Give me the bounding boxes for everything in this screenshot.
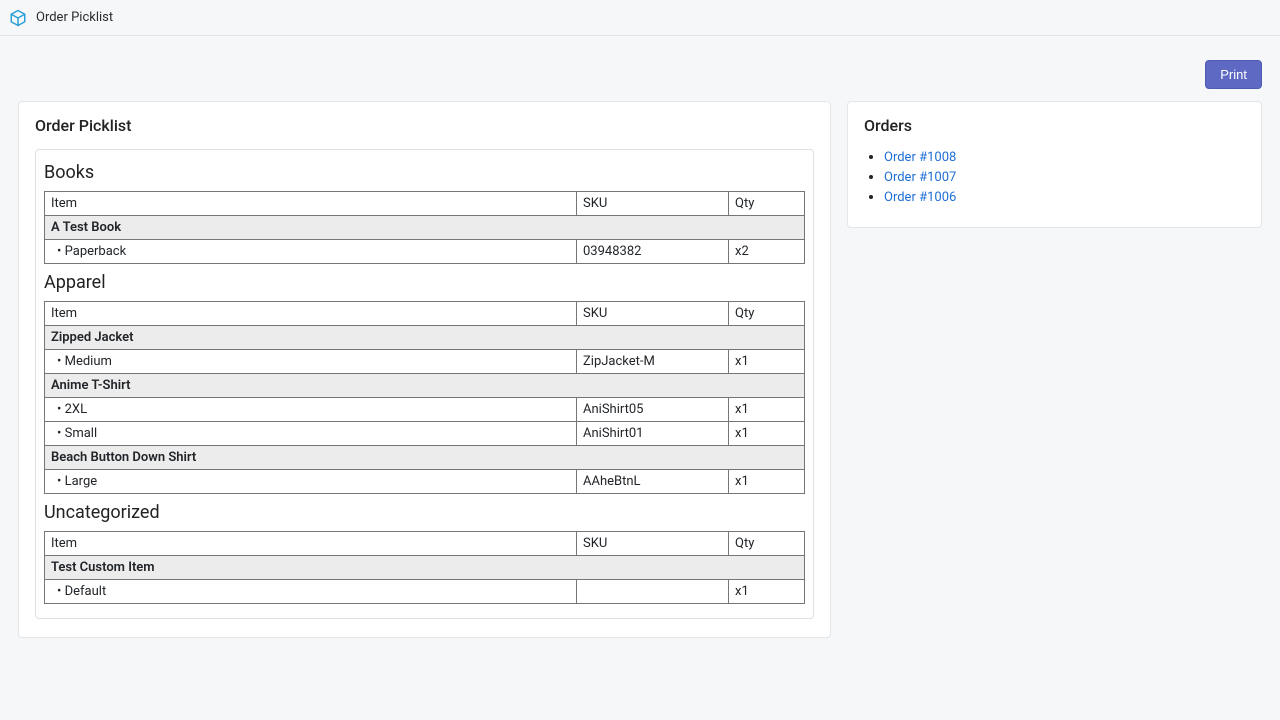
variant-qty: x1	[729, 398, 805, 422]
variant-name: • Default	[45, 580, 577, 604]
order-link[interactable]: Order #1007	[884, 170, 956, 185]
product-name: Beach Button Down Shirt	[45, 446, 805, 470]
category-title: Uncategorized	[44, 502, 805, 523]
column-header-qty: Qty	[729, 532, 805, 556]
column-header-item: Item	[45, 302, 577, 326]
column-header-sku: SKU	[577, 302, 729, 326]
variant-row: • LargeAAheBtnLx1	[45, 470, 805, 494]
list-item: Order #1007	[884, 169, 1245, 185]
column-header-item: Item	[45, 532, 577, 556]
list-item: Order #1006	[884, 189, 1245, 205]
app-icon	[8, 8, 28, 28]
variant-sku: AAheBtnL	[577, 470, 729, 494]
variant-name: • 2XL	[45, 398, 577, 422]
product-row: Test Custom Item	[45, 556, 805, 580]
picklist-table: ItemSKUQtyZipped Jacket• MediumZipJacket…	[44, 301, 805, 494]
variant-row: • Default x1	[45, 580, 805, 604]
variant-row: • 2XLAniShirt05x1	[45, 398, 805, 422]
column-header-qty: Qty	[729, 302, 805, 326]
variant-name: • Paperback	[45, 240, 577, 264]
product-name: Test Custom Item	[45, 556, 805, 580]
variant-qty: x1	[729, 350, 805, 374]
column-header-qty: Qty	[729, 192, 805, 216]
column-header-sku: SKU	[577, 532, 729, 556]
list-item: Order #1008	[884, 149, 1245, 165]
app-title: Order Picklist	[36, 10, 113, 25]
variant-sku: AniShirt05	[577, 398, 729, 422]
variant-row: • MediumZipJacket-Mx1	[45, 350, 805, 374]
column-header-item: Item	[45, 192, 577, 216]
content-row: Order Picklist BooksItemSKUQtyA Test Boo…	[18, 101, 1262, 638]
variant-qty: x1	[729, 470, 805, 494]
orders-card: Orders Order #1008 Order #1007 Order #1006	[847, 101, 1262, 228]
category-title: Apparel	[44, 272, 805, 293]
variant-sku: AniShirt01	[577, 422, 729, 446]
page: Print Order Picklist BooksItemSKUQtyA Te…	[0, 36, 1280, 662]
order-link[interactable]: Order #1008	[884, 150, 956, 165]
variant-row: • Paperback03948382x2	[45, 240, 805, 264]
variant-qty: x2	[729, 240, 805, 264]
variant-row: • SmallAniShirt01x1	[45, 422, 805, 446]
orders-list: Order #1008 Order #1007 Order #1006	[864, 149, 1245, 205]
topbar: Order Picklist	[0, 0, 1280, 36]
variant-name: • Medium	[45, 350, 577, 374]
variant-sku: 03948382	[577, 240, 729, 264]
picklist-table: ItemSKUQtyTest Custom Item• Default x1	[44, 531, 805, 604]
product-name: Zipped Jacket	[45, 326, 805, 350]
variant-qty: x1	[729, 580, 805, 604]
variant-sku	[577, 580, 729, 604]
orders-card-title: Orders	[864, 116, 1245, 135]
top-actions: Print	[18, 60, 1262, 89]
product-name: A Test Book	[45, 216, 805, 240]
variant-name: • Small	[45, 422, 577, 446]
product-row: Beach Button Down Shirt	[45, 446, 805, 470]
product-row: A Test Book	[45, 216, 805, 240]
picklist-panel: BooksItemSKUQtyA Test Book• Paperback039…	[35, 149, 814, 619]
product-row: Anime T-Shirt	[45, 374, 805, 398]
category-title: Books	[44, 162, 805, 183]
picklist-card-title: Order Picklist	[35, 116, 814, 135]
product-row: Zipped Jacket	[45, 326, 805, 350]
picklist-table: ItemSKUQtyA Test Book• Paperback03948382…	[44, 191, 805, 264]
order-link[interactable]: Order #1006	[884, 190, 956, 205]
picklist-card: Order Picklist BooksItemSKUQtyA Test Boo…	[18, 101, 831, 638]
print-button[interactable]: Print	[1205, 60, 1262, 89]
column-header-sku: SKU	[577, 192, 729, 216]
variant-sku: ZipJacket-M	[577, 350, 729, 374]
variant-qty: x1	[729, 422, 805, 446]
product-name: Anime T-Shirt	[45, 374, 805, 398]
variant-name: • Large	[45, 470, 577, 494]
